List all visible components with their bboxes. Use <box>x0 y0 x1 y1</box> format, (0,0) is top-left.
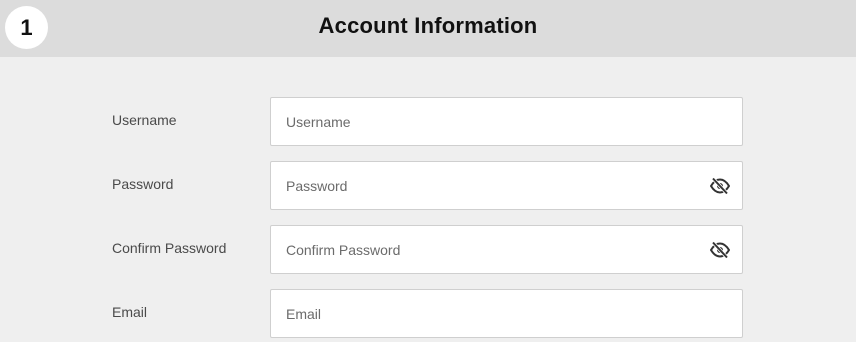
password-row: Password <box>0 161 856 210</box>
confirm-password-row: Confirm Password <box>0 225 856 274</box>
password-label: Password <box>112 176 174 192</box>
eye-slash-icon[interactable] <box>709 176 731 196</box>
email-field-box[interactable] <box>270 289 743 338</box>
username-field-box[interactable] <box>270 97 743 146</box>
email-row: Email <box>0 289 856 338</box>
password-field-box[interactable] <box>270 161 743 210</box>
eye-slash-icon[interactable] <box>709 240 731 260</box>
username-label: Username <box>112 112 177 128</box>
email-input[interactable] <box>271 290 742 337</box>
section-header: 1 Account Information <box>0 0 856 57</box>
username-input[interactable] <box>271 98 742 145</box>
section-title: Account Information <box>318 13 538 38</box>
confirm-password-label: Confirm Password <box>112 240 227 256</box>
password-input[interactable] <box>271 162 742 209</box>
email-label: Email <box>112 304 148 320</box>
username-row: Username <box>0 97 856 146</box>
confirm-password-input[interactable] <box>271 226 742 273</box>
confirm-password-field-box[interactable] <box>270 225 743 274</box>
